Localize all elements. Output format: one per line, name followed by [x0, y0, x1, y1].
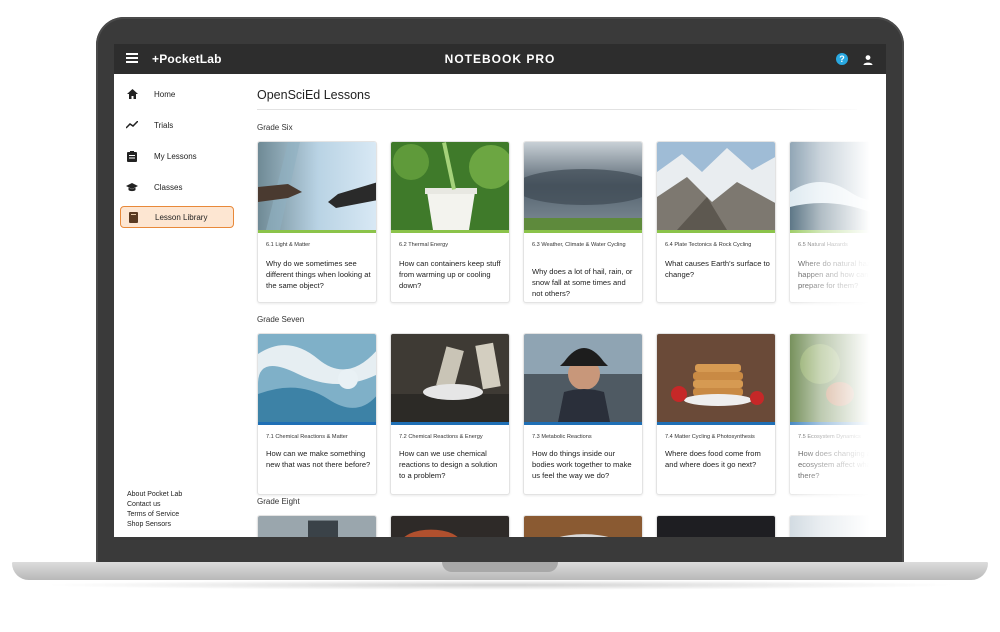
card-accent-bar — [657, 230, 775, 233]
lesson-image — [258, 516, 376, 537]
lesson-card[interactable] — [390, 515, 510, 537]
laptop-shadow — [40, 580, 960, 590]
app-title: NOTEBOOK PRO — [444, 52, 556, 66]
lesson-card[interactable] — [523, 515, 643, 537]
user-icon[interactable] — [862, 53, 874, 65]
lesson-question: Why does a lot of hail, rain, or snow fa… — [532, 267, 633, 298]
card-accent-bar — [790, 230, 886, 233]
lesson-image — [524, 142, 642, 230]
lesson-card[interactable] — [789, 515, 886, 537]
lesson-card[interactable]: 7.2 Chemical Reactions & Energy How can … — [390, 333, 510, 495]
lesson-question: How can we make something new that was n… — [266, 449, 371, 469]
lesson-image — [657, 334, 775, 422]
lesson-tag: 6.5 Natural Hazards — [798, 242, 848, 248]
lesson-tag: 7.4 Matter Cycling & Photosynthesis — [665, 434, 755, 440]
main-content: OpenSciEd Lessons Grade Six 6.1 Light & … — [257, 74, 886, 537]
lesson-tag: 7.2 Chemical Reactions & Energy — [399, 434, 483, 440]
lesson-tag: 6.4 Plate Tectonics & Rock Cycling — [665, 242, 752, 248]
lesson-tag: 6.3 Weather, Climate & Water Cycling — [532, 242, 626, 248]
lesson-image — [258, 142, 376, 230]
sidebar-item-label: Home — [154, 89, 176, 99]
lesson-card[interactable]: 6.3 Weather, Climate & Water Cycling Why… — [523, 141, 643, 303]
lesson-card[interactable]: 7.4 Matter Cycling & Photosynthesis Wher… — [656, 333, 776, 495]
sidebar-item-lesson-library[interactable]: Lesson Library — [120, 206, 234, 228]
lesson-card[interactable] — [656, 515, 776, 537]
lesson-card[interactable]: 6.4 Plate Tectonics & Rock Cycling What … — [656, 141, 776, 303]
lesson-card[interactable]: 7.1 Chemical Reactions & Matter How can … — [257, 333, 377, 495]
grade-heading: Grade Six — [257, 123, 293, 132]
card-accent-bar — [258, 422, 376, 425]
sidebar-item-label: Lesson Library — [155, 212, 208, 222]
divider — [257, 109, 857, 110]
card-accent-bar — [391, 230, 509, 233]
lesson-card[interactable]: 6.1 Light & Matter Why do we sometimes s… — [257, 141, 377, 303]
lesson-tag: 7.3 Metabolic Reactions — [532, 434, 592, 440]
clipboard-icon — [126, 150, 138, 162]
card-accent-bar — [524, 422, 642, 425]
lesson-question: Where does food come from and where does… — [665, 449, 761, 469]
sidebar-item-home[interactable]: Home — [120, 83, 234, 105]
grade-heading: Grade Seven — [257, 315, 305, 324]
lesson-image — [657, 516, 775, 537]
home-icon — [126, 88, 138, 100]
lesson-tag: 6.1 Light & Matter — [266, 242, 311, 248]
lesson-card[interactable]: 7.5 Ecosystem Dynamics How does changing… — [789, 333, 886, 495]
footer-link-terms[interactable]: Terms of Service — [127, 510, 182, 520]
sidebar: Home Trials My Lessons Classes Lesson Li… — [114, 74, 242, 537]
laptop-notch — [442, 562, 558, 572]
lesson-image — [524, 334, 642, 422]
sidebar-item-trials[interactable]: Trials — [120, 114, 234, 136]
graduation-cap-icon — [126, 181, 138, 193]
lesson-tag: 7.1 Chemical Reactions & Matter — [266, 434, 348, 440]
sidebar-item-label: Trials — [154, 120, 174, 130]
lesson-card[interactable]: 6.5 Natural Hazards Where do natural haz… — [789, 141, 886, 303]
lesson-image — [790, 334, 886, 422]
footer-link-shop[interactable]: Shop Sensors — [127, 520, 182, 530]
lesson-question: Where do natural hazards happen and how … — [798, 259, 886, 290]
lesson-tag: 7.5 Ecosystem Dynamics — [798, 434, 861, 440]
card-accent-bar — [391, 422, 509, 425]
sidebar-item-my-lessons[interactable]: My Lessons — [120, 145, 234, 167]
sidebar-item-label: My Lessons — [154, 151, 197, 161]
lesson-image — [258, 334, 376, 422]
card-accent-bar — [657, 422, 775, 425]
page-title: OpenSciEd Lessons — [257, 88, 371, 102]
sidebar-item-classes[interactable]: Classes — [120, 176, 234, 198]
lesson-question: How can we use chemical reactions to des… — [399, 449, 498, 480]
lesson-tag: 6.2 Thermal Energy — [399, 242, 449, 248]
lesson-image — [524, 516, 642, 537]
lesson-question: How does changing an ecosystem affect wh… — [798, 449, 886, 480]
top-bar: +PocketLab NOTEBOOK PRO ? — [114, 44, 886, 74]
grade-heading: Grade Eight — [257, 497, 300, 506]
lesson-card[interactable]: 7.3 Metabolic Reactions How do things in… — [523, 333, 643, 495]
lesson-image — [391, 142, 509, 230]
lesson-card[interactable]: 6.2 Thermal Energy How can containers ke… — [390, 141, 510, 303]
help-icon[interactable]: ? — [836, 53, 848, 65]
lesson-question: How do things inside our bodies work tog… — [532, 449, 632, 480]
lesson-image — [391, 516, 509, 537]
card-accent-bar — [524, 230, 642, 233]
card-accent-bar — [258, 230, 376, 233]
lesson-image — [790, 516, 886, 537]
lesson-question: How can containers keep stuff from warmi… — [399, 259, 501, 290]
lesson-image — [790, 142, 886, 230]
lesson-image — [657, 142, 775, 230]
sidebar-item-label: Classes — [154, 182, 183, 192]
footer-links: About Pocket Lab Contact us Terms of Ser… — [127, 490, 182, 530]
book-icon — [127, 211, 139, 223]
app-screen: +PocketLab NOTEBOOK PRO ? Home Trials My… — [114, 44, 886, 537]
card-accent-bar — [790, 422, 886, 425]
laptop-frame: +PocketLab NOTEBOOK PRO ? Home Trials My… — [0, 0, 1000, 632]
lesson-question: What causes Earth's surface to change? — [665, 259, 770, 279]
lesson-question: Why do we sometimes see different things… — [266, 259, 371, 290]
footer-link-about[interactable]: About Pocket Lab — [127, 490, 182, 500]
trend-icon — [126, 119, 138, 131]
footer-link-contact[interactable]: Contact us — [127, 500, 182, 510]
lesson-image — [391, 334, 509, 422]
lesson-card[interactable] — [257, 515, 377, 537]
